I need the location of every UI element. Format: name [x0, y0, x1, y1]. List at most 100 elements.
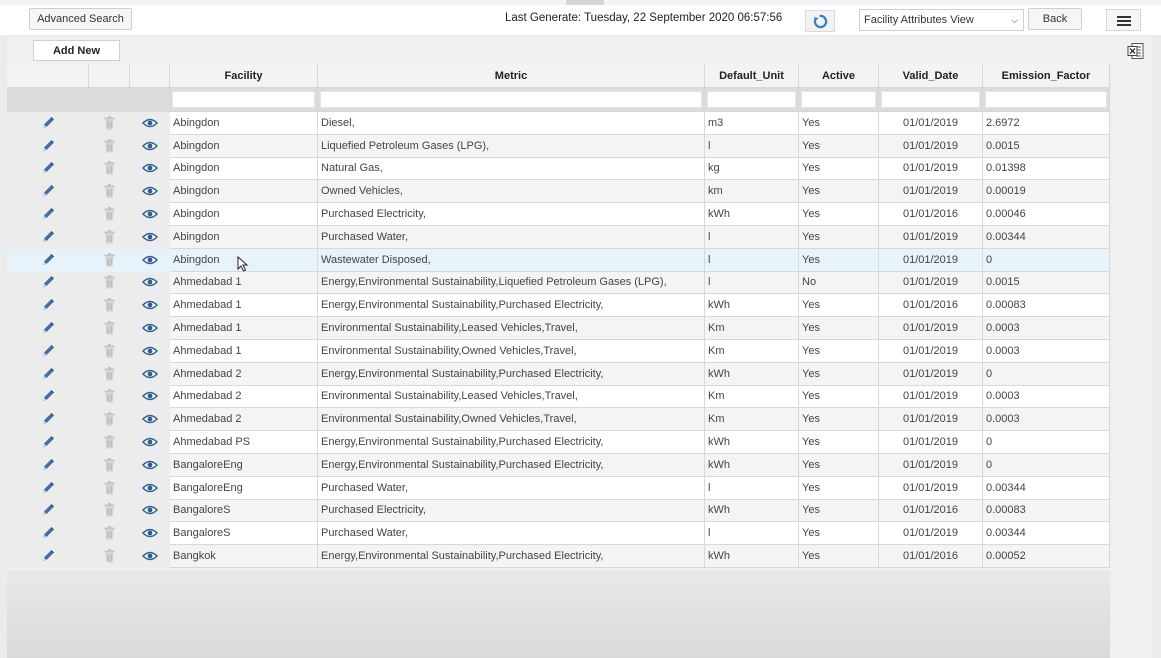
refresh-button[interactable]	[805, 10, 835, 32]
delete-button[interactable]	[89, 203, 130, 226]
edit-button[interactable]	[7, 476, 89, 500]
header-valid-date[interactable]: Valid_Date	[879, 64, 983, 88]
menu-button[interactable]	[1106, 9, 1141, 31]
header-default-unit[interactable]: Default_Unit	[705, 64, 799, 88]
view-button[interactable]	[130, 248, 170, 272]
view-button[interactable]	[130, 408, 170, 432]
edit-button[interactable]	[7, 112, 89, 135]
edit-button[interactable]	[7, 248, 89, 272]
header-emission-factor[interactable]: Emission_Factor	[983, 64, 1110, 88]
table-row[interactable]: Abingdon Diesel, m3 Yes 01/01/2019 2.6972	[7, 112, 1110, 135]
table-row[interactable]: Ahmedabad PS Energy,Environmental Sustain…	[7, 431, 1110, 454]
table-row[interactable]: Abingdon Owned Vehicles, km Yes 01/01/2019 0.…	[7, 180, 1110, 204]
view-button[interactable]	[130, 134, 170, 158]
back-button[interactable]: Back	[1028, 8, 1082, 30]
header-facility[interactable]: Facility	[170, 64, 318, 88]
edit-button[interactable]	[7, 294, 89, 318]
header-metric[interactable]: Metric	[318, 64, 705, 88]
table-row[interactable]: BangaloreS Purchased Electricity, kWh Yes 01…	[7, 499, 1110, 523]
delete-button[interactable]	[89, 317, 130, 340]
delete-button[interactable]	[89, 157, 130, 181]
edit-button[interactable]	[7, 385, 89, 409]
edit-button[interactable]	[7, 522, 89, 546]
default-unit-filter-input[interactable]	[707, 91, 796, 108]
delete-button[interactable]	[89, 499, 130, 523]
table-row[interactable]: BangaloreS Purchased Water, l Yes 01/01/2019…	[7, 522, 1110, 546]
delete-button[interactable]	[89, 476, 130, 500]
edit-button[interactable]	[7, 545, 89, 568]
view-button[interactable]	[130, 271, 170, 295]
delete-button[interactable]	[89, 545, 130, 568]
delete-button[interactable]	[89, 180, 130, 204]
view-select[interactable]: Facility Attributes View ⌵	[859, 9, 1024, 31]
delete-button[interactable]	[89, 453, 130, 477]
edit-button[interactable]	[7, 180, 89, 204]
metric-filter-input[interactable]	[320, 91, 702, 108]
delete-button[interactable]	[89, 522, 130, 546]
header-active[interactable]: Active	[799, 64, 879, 88]
edit-button[interactable]	[7, 225, 89, 249]
delete-button[interactable]	[89, 134, 130, 158]
delete-button[interactable]	[89, 339, 130, 363]
delete-button[interactable]	[89, 271, 130, 295]
active-filter-input[interactable]	[801, 91, 876, 108]
delete-button[interactable]	[89, 225, 130, 249]
table-row[interactable]: Ahmedabad 2 Environmental Sustainability,…	[7, 385, 1110, 409]
view-button[interactable]	[130, 476, 170, 500]
view-button[interactable]	[130, 339, 170, 363]
edit-button[interactable]	[7, 408, 89, 432]
table-row[interactable]: Abingdon Natural Gas, kg Yes 01/01/2019 0.013…	[7, 157, 1110, 181]
table-row[interactable]: Abingdon Liquefied Petroleum Gases (LPG),…	[7, 134, 1110, 158]
table-row[interactable]: BangaloreEng Purchased Water, l Yes 01/01/20…	[7, 476, 1110, 500]
view-button[interactable]	[130, 225, 170, 249]
edit-button[interactable]	[7, 157, 89, 181]
edit-button[interactable]	[7, 431, 89, 454]
edit-button[interactable]	[7, 271, 89, 295]
table-row[interactable]: Ahmedabad 1 Energy,Environmental Sustaina…	[7, 294, 1110, 318]
view-button[interactable]	[130, 180, 170, 204]
table-row[interactable]: BangaloreEng Energy,Environmental Sustain…	[7, 453, 1110, 477]
facility-filter-input[interactable]	[172, 91, 315, 108]
valid-date-filter-input[interactable]	[881, 91, 980, 108]
view-button[interactable]	[130, 453, 170, 477]
table-row[interactable]: Abingdon Wastewater Disposed, l Yes 01/01/20…	[7, 248, 1110, 272]
export-excel-button[interactable]	[1127, 42, 1145, 63]
advanced-search-button[interactable]: Advanced Search	[29, 8, 132, 30]
table-row[interactable]: Abingdon Purchased Electricity, kWh Yes 01/0…	[7, 203, 1110, 226]
view-button[interactable]	[130, 203, 170, 226]
delete-button[interactable]	[89, 431, 130, 454]
table-row[interactable]: Abingdon Purchased Water, l Yes 01/01/2019 0.…	[7, 225, 1110, 249]
trash-icon	[104, 435, 115, 449]
edit-button[interactable]	[7, 499, 89, 523]
view-button[interactable]	[130, 385, 170, 409]
delete-button[interactable]	[89, 294, 130, 318]
view-button[interactable]	[130, 362, 170, 386]
edit-button[interactable]	[7, 453, 89, 477]
add-new-button[interactable]: Add New	[33, 40, 120, 61]
table-row[interactable]: Ahmedabad 2 Environmental Sustainability,…	[7, 408, 1110, 432]
view-button[interactable]	[130, 431, 170, 454]
table-row[interactable]: Ahmedabad 1 Energy,Environmental Sustaina…	[7, 271, 1110, 295]
view-button[interactable]	[130, 157, 170, 181]
table-row[interactable]: Bangkok Energy,Environmental Sustainabili…	[7, 545, 1110, 568]
edit-button[interactable]	[7, 203, 89, 226]
table-row[interactable]: Ahmedabad 1 Environmental Sustainability,…	[7, 339, 1110, 363]
edit-button[interactable]	[7, 339, 89, 363]
edit-button[interactable]	[7, 317, 89, 340]
edit-button[interactable]	[7, 134, 89, 158]
view-button[interactable]	[130, 294, 170, 318]
delete-button[interactable]	[89, 408, 130, 432]
view-button[interactable]	[130, 317, 170, 340]
view-button[interactable]	[130, 499, 170, 523]
delete-button[interactable]	[89, 385, 130, 409]
view-button[interactable]	[130, 545, 170, 568]
table-row[interactable]: Ahmedabad 1 Environmental Sustainability,…	[7, 317, 1110, 340]
delete-button[interactable]	[89, 112, 130, 135]
table-row[interactable]: Ahmedabad 2 Energy,Environmental Sustaina…	[7, 362, 1110, 386]
view-button[interactable]	[130, 112, 170, 135]
delete-button[interactable]	[89, 248, 130, 272]
view-button[interactable]	[130, 522, 170, 546]
edit-button[interactable]	[7, 362, 89, 386]
emission-factor-filter-input[interactable]	[985, 91, 1107, 108]
delete-button[interactable]	[89, 362, 130, 386]
